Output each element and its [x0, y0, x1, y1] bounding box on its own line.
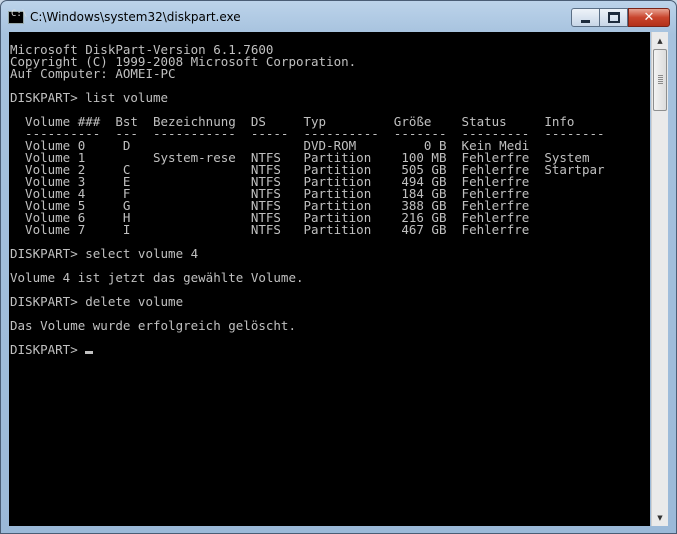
- scrollbar-grip-icon: [658, 75, 663, 84]
- window-title: C:\Windows\system32\diskpart.exe: [30, 10, 241, 24]
- scroll-up-button[interactable]: ▲: [652, 32, 668, 49]
- close-icon: ✕: [643, 10, 655, 25]
- minimize-icon: [581, 20, 590, 23]
- scroll-up-icon: ▲: [657, 36, 663, 45]
- scrollbar-thumb[interactable]: [653, 49, 667, 111]
- text-cursor: [85, 351, 94, 354]
- scroll-down-button[interactable]: ▼: [652, 509, 668, 526]
- maximize-icon: [607, 12, 620, 23]
- console-text: Microsoft DiskPart-Version 6.1.7600 Copy…: [10, 43, 605, 357]
- scroll-down-icon: ▼: [657, 513, 663, 522]
- console-line: Volume 4 ist jetzt das gewählte Volume.: [10, 270, 304, 285]
- console-line: Auf Computer: AOMEI-PC: [10, 66, 176, 81]
- app-icon-glyph: C:\: [11, 9, 28, 19]
- minimize-button[interactable]: [571, 8, 600, 27]
- console-app-icon[interactable]: C:\: [8, 9, 28, 24]
- console-line: Das Volume wurde erfolgreich gelöscht.: [10, 318, 296, 333]
- console-line: DISKPART> list volume: [10, 90, 169, 105]
- console-line: DISKPART> select volume 4: [10, 246, 199, 261]
- title-bar[interactable]: C:\ C:\Windows\system32\diskpart.exe ✕: [1, 1, 676, 32]
- console-output-area[interactable]: Microsoft DiskPart-Version 6.1.7600 Copy…: [9, 32, 650, 526]
- vertical-scrollbar[interactable]: ▲ ▼: [651, 32, 668, 526]
- console-line: Volume 7 I NTFS Partition 467 GB Fehlerf…: [10, 222, 530, 237]
- console-line: DISKPART> delete volume: [10, 294, 184, 309]
- close-button[interactable]: ✕: [628, 8, 670, 27]
- maximize-button[interactable]: [600, 8, 628, 27]
- console-line: DISKPART>: [10, 342, 86, 357]
- console-window: C:\ C:\Windows\system32\diskpart.exe ✕ M…: [0, 0, 677, 534]
